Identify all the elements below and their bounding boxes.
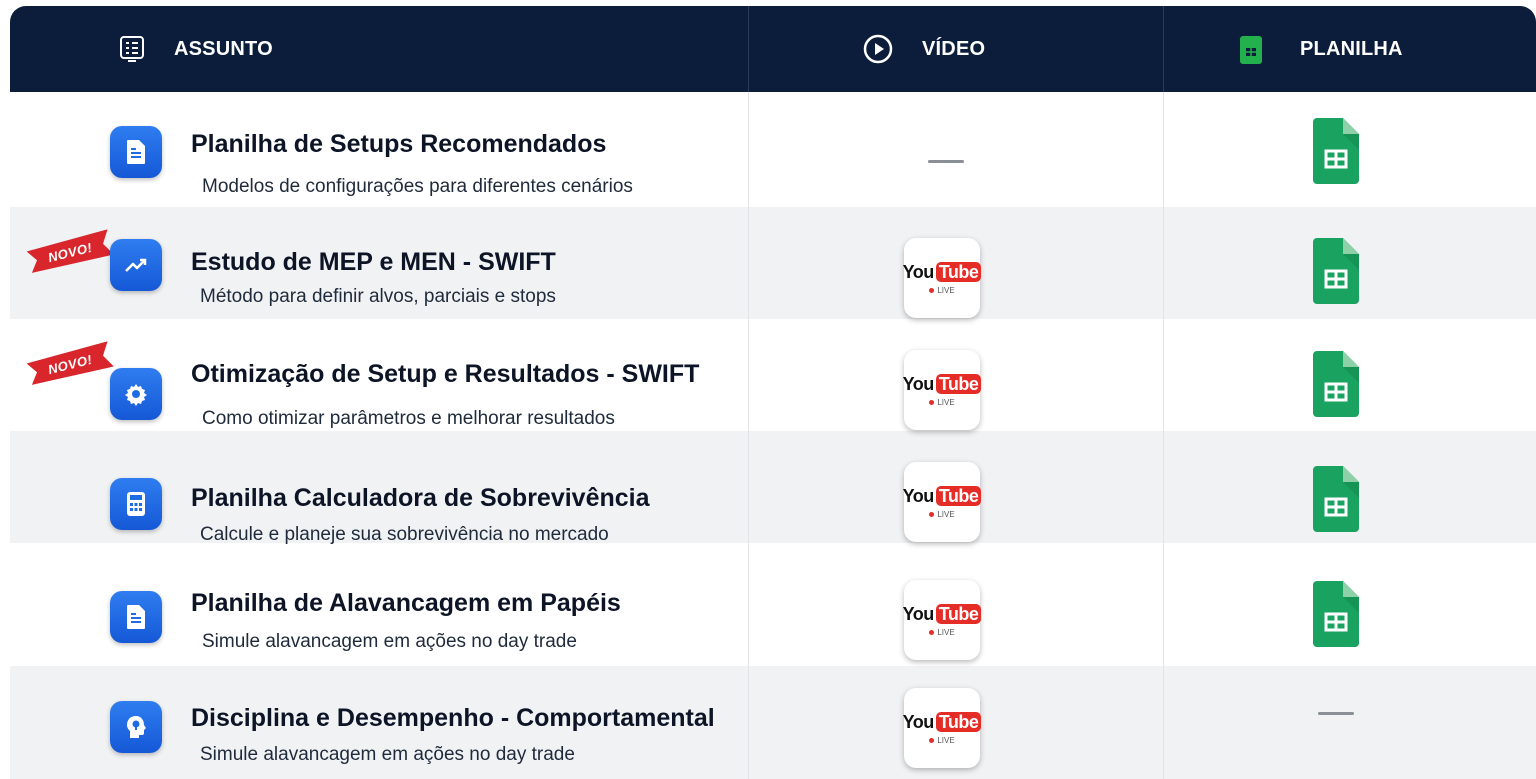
row-title: Planilha de Alavancagem em Papéis — [191, 589, 621, 617]
youtube-live-icon[interactable]: You Tube LIVE — [903, 462, 982, 542]
youtube-live-icon[interactable]: You Tube LIVE — [903, 238, 982, 318]
row-subtitle: Como otimizar parâmetros e melhorar resu… — [202, 408, 615, 429]
row-subtitle: Simule alavancagem em ações no day trade — [200, 744, 575, 765]
play-circle-icon — [862, 33, 894, 65]
calculator-icon — [110, 478, 162, 530]
google-sheets-icon[interactable] — [1313, 351, 1359, 417]
row-title: Planilha de Setups Recomendados — [191, 130, 607, 158]
row-subtitle: Modelos de configurações para diferentes… — [202, 176, 633, 197]
gear-icon — [110, 368, 162, 420]
header-subject: ASSUNTO — [118, 6, 273, 92]
header-divider — [748, 6, 749, 92]
no-video-dash — [928, 160, 964, 163]
column-divider — [1163, 92, 1164, 779]
header-subject-label: ASSUNTO — [174, 37, 273, 60]
google-sheets-icon[interactable] — [1313, 466, 1359, 532]
google-sheets-icon[interactable] — [1313, 238, 1359, 304]
row-subtitle: Simule alavancagem em ações no day trade — [202, 631, 577, 652]
row-title: Disciplina e Desempenho - Comportamental — [191, 704, 715, 732]
document-icon — [110, 591, 162, 643]
document-icon — [110, 126, 162, 178]
google-sheets-icon[interactable] — [1313, 581, 1359, 647]
google-sheets-icon — [1240, 34, 1262, 64]
row-title: Otimização de Setup e Resultados - SWIFT — [191, 360, 700, 388]
header-video: VÍDEO — [862, 6, 985, 92]
youtube-live-icon[interactable]: You Tube LIVE — [903, 580, 982, 660]
column-divider — [748, 92, 749, 779]
row-subtitle: Calcule e planeje sua sobrevivência no m… — [200, 524, 609, 545]
row-title: Estudo de MEP e MEN - SWIFT — [191, 248, 556, 276]
header-divider — [1163, 6, 1164, 92]
trending-up-icon — [110, 239, 162, 291]
header-sheet-label: PLANILHA — [1300, 37, 1403, 60]
youtube-live-icon[interactable]: You Tube LIVE — [903, 350, 982, 430]
header-video-label: VÍDEO — [922, 37, 986, 60]
header-sheet: PLANILHA — [1240, 6, 1403, 92]
head-brain-icon — [110, 701, 162, 753]
row-subtitle: Método para definir alvos, parciais e st… — [200, 286, 556, 307]
google-sheets-icon[interactable] — [1313, 118, 1359, 184]
content-table: ASSUNTO VÍDEO PLANILHA Planilha de Setup… — [10, 6, 1536, 779]
row-title: Planilha Calculadora de Sobrevivência — [191, 484, 650, 512]
youtube-live-icon[interactable]: You Tube LIVE — [903, 688, 982, 768]
table-header: ASSUNTO VÍDEO PLANILHA — [10, 6, 1536, 92]
list-icon — [118, 34, 146, 64]
no-sheet-dash — [1318, 712, 1354, 715]
